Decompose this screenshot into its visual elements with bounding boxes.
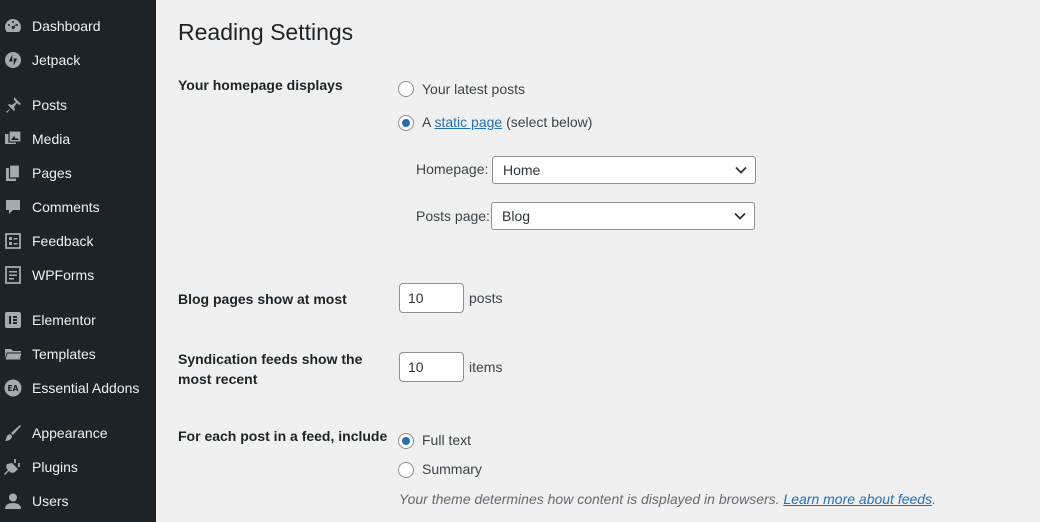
posts-page-select-value: Blog — [502, 208, 531, 224]
essential-addons-icon: EA — [4, 379, 22, 397]
user-icon — [4, 492, 22, 510]
comment-icon — [4, 198, 22, 216]
chevron-down-icon — [734, 212, 746, 220]
homepage-displays-label: Your homepage displays — [178, 77, 343, 93]
syndication-label-line1: Syndication feeds show the — [178, 351, 363, 367]
feed-description-text: Your theme determines how content is dis… — [399, 491, 780, 507]
sidebar-item-label: Plugins — [32, 459, 78, 475]
radio-full-text[interactable] — [398, 433, 414, 449]
svg-text:EA: EA — [8, 384, 19, 393]
sidebar-item-label: Media — [32, 131, 71, 147]
feed-description: Your theme determines how content is dis… — [399, 489, 936, 509]
radio-summary[interactable] — [398, 462, 414, 478]
sidebar-item-plugins[interactable]: Plugins — [0, 450, 156, 484]
sidebar-item-label: Feedback — [32, 233, 94, 249]
sidebar-item-users[interactable]: Users — [0, 484, 156, 518]
sidebar-item-feedback[interactable]: Feedback — [0, 224, 156, 258]
pages-icon — [4, 164, 22, 182]
blog-pages-input[interactable] — [399, 283, 464, 313]
static-suffix-text: (select below) — [506, 114, 593, 130]
pushpin-icon — [4, 96, 22, 114]
sidebar-item-templates[interactable]: Templates — [0, 337, 156, 371]
syndication-input[interactable] — [399, 352, 464, 382]
chevron-down-icon — [735, 166, 747, 174]
posts-page-select-label: Posts page: — [416, 208, 490, 224]
radio-static-page-label: A static page (select below) — [422, 112, 592, 132]
sidebar-item-label: Users — [32, 493, 69, 509]
homepage-select-value: Home — [503, 162, 541, 178]
feed-description-end: . — [932, 491, 936, 507]
posts-page-select[interactable]: Blog — [491, 202, 755, 230]
syndication-label-line2: most recent — [178, 371, 258, 387]
sidebar-item-label: Templates — [32, 346, 96, 362]
page-title: Reading Settings — [178, 19, 354, 45]
radio-full-text-label: Full text — [422, 432, 472, 448]
elementor-icon — [4, 311, 22, 329]
radio-latest-posts[interactable] — [398, 81, 414, 97]
sidebar-item-label: Appearance — [32, 425, 108, 441]
radio-summary-label: Summary — [422, 461, 482, 477]
sidebar-item-label: Essential Addons — [32, 380, 140, 396]
sidebar-item-label: WPForms — [32, 267, 95, 283]
folder-icon — [4, 345, 22, 363]
sidebar-item-essential-addons[interactable]: EA Essential Addons — [0, 371, 156, 405]
homepage-select[interactable]: Home — [492, 156, 756, 184]
homepage-select-label: Homepage: — [416, 161, 489, 177]
static-prefix-text: A — [422, 114, 431, 130]
sidebar-item-posts[interactable]: Posts — [0, 88, 156, 122]
feed-include-label: For each post in a feed, include — [178, 428, 388, 444]
sidebar-item-label: Pages — [32, 165, 72, 181]
sidebar-item-jetpack[interactable]: Jetpack — [0, 43, 156, 77]
sidebar-item-label: Posts — [32, 97, 68, 113]
admin-sidebar: Dashboard Jetpack Posts Media Pages Comm… — [0, 0, 156, 522]
sidebar-item-dashboard[interactable]: Dashboard — [0, 9, 156, 43]
sidebar-item-elementor[interactable]: Elementor — [0, 303, 156, 337]
sidebar-item-comments[interactable]: Comments — [0, 190, 156, 224]
radio-latest-posts-label: Your latest posts — [422, 81, 525, 97]
paintbrush-icon — [4, 424, 22, 442]
sidebar-item-wpforms[interactable]: WPForms — [0, 258, 156, 292]
blog-pages-label: Blog pages show at most — [178, 291, 347, 307]
feedback-icon — [4, 232, 22, 250]
dashboard-icon — [4, 17, 22, 35]
plugin-icon — [4, 458, 22, 476]
syndication-unit: items — [469, 359, 503, 375]
sidebar-item-label: Dashboard — [32, 18, 101, 34]
static-page-link[interactable]: static page — [434, 114, 502, 130]
radio-static-page[interactable] — [398, 115, 414, 131]
learn-more-feeds-link[interactable]: Learn more about feeds — [783, 491, 932, 507]
sidebar-item-label: Comments — [32, 199, 100, 215]
sidebar-item-media[interactable]: Media — [0, 122, 156, 156]
jetpack-icon — [4, 51, 22, 69]
media-icon — [4, 130, 22, 148]
sidebar-item-label: Elementor — [32, 312, 96, 328]
main-content: Reading Settings Your homepage displays … — [156, 0, 1040, 522]
wpforms-icon — [4, 266, 22, 284]
blog-pages-unit: posts — [469, 290, 503, 306]
sidebar-item-label: Jetpack — [32, 52, 81, 68]
sidebar-item-appearance[interactable]: Appearance — [0, 416, 156, 450]
sidebar-item-pages[interactable]: Pages — [0, 156, 156, 190]
